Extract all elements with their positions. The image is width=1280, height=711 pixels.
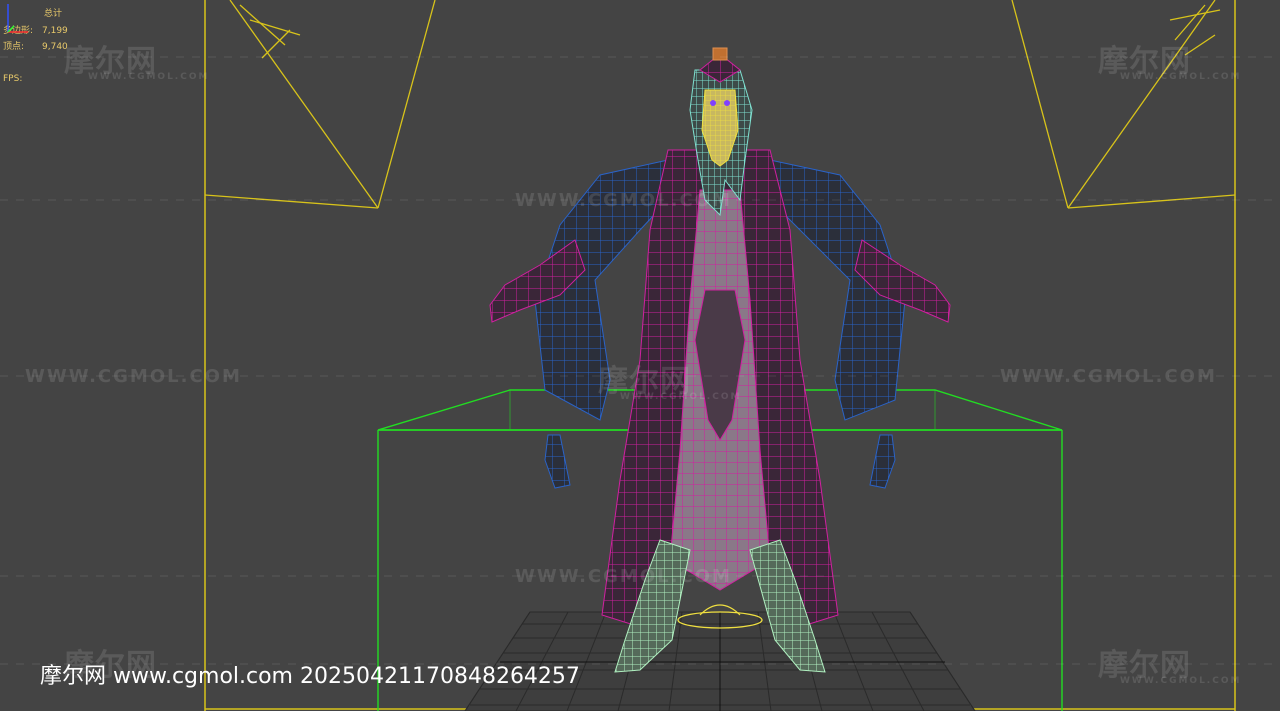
stats-header: 总计 [44, 9, 63, 19]
watermark-url: WWW.CGMOL.COM [515, 566, 732, 587]
axis-gizmo-icon [7, 4, 28, 33]
camera-cone-right [1011, 0, 1236, 209]
polygons-value: 7,199 [42, 26, 68, 36]
watermark-url: WWW.CGMOL.COM [515, 190, 732, 211]
camera-cone-left [204, 0, 436, 209]
watermark-sub: WWW.CGMOL.COM [620, 392, 742, 402]
vertices-value: 9,740 [42, 42, 68, 52]
fps-label: FPS: [3, 74, 23, 84]
watermark-url: WWW.CGMOL.COM [1000, 366, 1217, 387]
watermark-sub: WWW.CGMOL.COM [1120, 72, 1242, 82]
3d-viewport[interactable]: 摩尔网 WWW.CGMOL.COM 摩尔网 WWW.CGMOL.COM WWW.… [0, 0, 1280, 711]
watermark-stamp: 摩尔网 www.cgmol.com 20250421170848264257 [40, 664, 580, 689]
watermark-url: WWW.CGMOL.COM [25, 366, 242, 387]
watermark-sub: WWW.CGMOL.COM [1120, 676, 1242, 686]
vertices-label: 顶点: [3, 42, 25, 52]
